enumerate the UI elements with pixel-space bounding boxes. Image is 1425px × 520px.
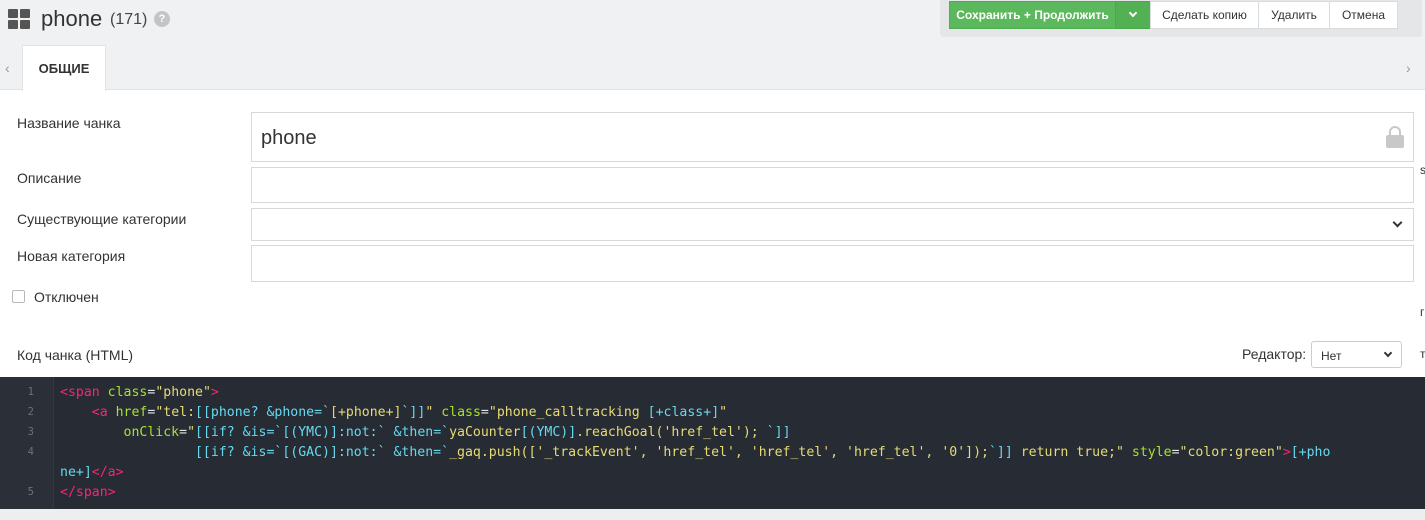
tab-scroll-right-icon[interactable]: › <box>1406 60 1411 76</box>
delete-button[interactable]: Удалить <box>1258 1 1330 29</box>
description-input[interactable] <box>251 167 1414 203</box>
disabled-checkbox[interactable] <box>12 290 25 303</box>
line-number: 2 <box>27 406 34 418</box>
bottom-bar <box>0 509 1425 520</box>
save-continue-button[interactable]: Сохранить + Продолжить <box>949 1 1116 29</box>
chevron-down-icon <box>1383 348 1393 358</box>
page-title: phone <box>41 6 103 31</box>
grid-icon <box>8 9 30 29</box>
header: phone (171) ? Сохранить + Продолжить Сде… <box>0 0 1425 45</box>
new-category-label: Новая категория <box>17 248 126 264</box>
item-count: (171) <box>110 11 148 28</box>
code-line: </span> <box>60 485 116 500</box>
line-number: 1 <box>27 386 34 398</box>
editor-label: Редактор: <box>1242 346 1307 362</box>
chevron-down-icon <box>1128 8 1138 18</box>
lock-icon[interactable] <box>1386 126 1404 148</box>
disabled-label[interactable]: Отключен <box>34 289 99 305</box>
chunk-code-label: Код чанка (HTML) <box>17 347 134 363</box>
save-options-dropdown-button[interactable] <box>1115 1 1151 29</box>
side-mark: г <box>1420 305 1425 319</box>
tabs-bar: ‹ ОБЩИЕ › <box>0 45 1425 91</box>
code-line: <a href="tel:[[phone? &phone=`[+phone+]`… <box>91 405 728 420</box>
code-editor[interactable]: 1 2 3 4 5 <span class="phone"> <a href="tel:… <box>0 377 1425 509</box>
existing-categories-label: Существующие категории <box>17 211 187 227</box>
make-copy-button[interactable]: Сделать копию <box>1150 1 1259 29</box>
side-mark: т <box>1420 347 1425 361</box>
line-number-gutter: 1 2 3 4 5 <box>0 377 54 509</box>
action-toolbar: Сохранить + Продолжить Сделать копию Уда… <box>940 0 1422 37</box>
tab-scroll-left-icon[interactable]: ‹ <box>5 60 10 76</box>
tab-general[interactable]: ОБЩИЕ <box>22 45 106 91</box>
code-line: ne+]</a> <box>60 465 124 480</box>
chevron-down-icon <box>1392 217 1403 228</box>
editor-select[interactable]: Нет <box>1311 341 1402 368</box>
description-label: Описание <box>17 170 82 186</box>
help-icon[interactable]: ? <box>154 11 170 27</box>
line-number: 4 <box>27 446 34 458</box>
cancel-button[interactable]: Отмена <box>1329 1 1398 29</box>
editor-select-value: Нет <box>1321 349 1342 363</box>
chunk-name-label: Название чанка <box>17 115 121 131</box>
new-category-input[interactable] <box>251 245 1414 282</box>
line-number: 5 <box>27 486 34 498</box>
line-number: 3 <box>27 426 34 438</box>
chunk-name-input[interactable]: phone <box>251 112 1414 162</box>
side-mark: s <box>1420 163 1425 177</box>
existing-categories-select[interactable] <box>251 208 1414 241</box>
chunk-name-value: phone <box>261 127 317 149</box>
code-line: [[if? &is=`[(GAC)]:not:` &then=`_gaq.pus… <box>194 445 1331 460</box>
code-line: onClick="[[if? &is=`[(YMC)]:not:` &then=… <box>123 425 791 440</box>
code-line: <span class="phone"> <box>60 385 219 400</box>
